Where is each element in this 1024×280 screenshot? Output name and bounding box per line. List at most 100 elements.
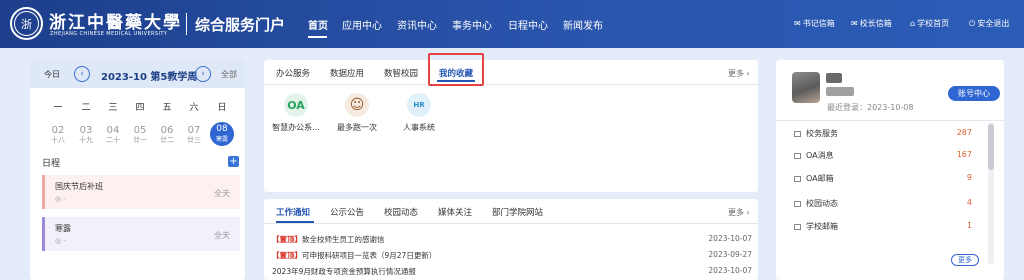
nav-active-indicator — [308, 36, 327, 38]
news-panel: 工作通知 公示公告 校园动态 媒体关注 部门学院网站 更多 › 【置顶】致全校师… — [264, 199, 758, 280]
weekday-label: 六 — [189, 103, 199, 113]
user-divider — [776, 120, 1004, 121]
pinned-tag: 【置顶】 — [272, 235, 302, 244]
logout-icon: ⏻ — [969, 18, 976, 28]
highlight-box — [428, 53, 484, 86]
avatar[interactable] — [792, 72, 820, 103]
message-icon — [794, 131, 801, 137]
person-run-icon: ☺ — [345, 93, 369, 117]
nav-home[interactable]: 首页 — [308, 17, 328, 32]
user-item-campus-news[interactable]: 校园动态 4 — [794, 198, 972, 209]
favorites-panel: 办公服务 数据应用 数智校园 我的收藏 更多 › OA 智慧办公系... ☺ 最… — [264, 60, 758, 192]
nav-app-center[interactable]: 应用中心 — [342, 17, 382, 32]
lunar-date: 十八 — [51, 136, 65, 144]
user-item-oa-mailbox[interactable]: OA邮箱 9 — [794, 173, 972, 184]
president-mailbox-link[interactable]: ✉ 校长信箱 — [851, 18, 892, 29]
nav-news-release[interactable]: 新闻发布 — [563, 17, 603, 32]
item-count: 287 — [956, 128, 972, 137]
weekday-label: 五 — [162, 103, 172, 113]
event-allday: 全天 — [214, 189, 230, 198]
calendar-day[interactable]: 02 十八 — [47, 125, 69, 145]
nav-schedule-center[interactable]: 日程中心 — [508, 17, 548, 32]
university-logo-icon[interactable]: 浙 — [10, 7, 43, 40]
message-icon — [794, 224, 801, 230]
scrollbar-thumb[interactable] — [988, 124, 994, 170]
news-item[interactable]: 【置顶】致全校师生员工的感谢信 2023-10-07 — [272, 234, 752, 245]
user-list-scrollbar[interactable] — [988, 122, 994, 264]
all-button[interactable]: 全部 — [221, 69, 237, 80]
app-label: 智慧办公系... — [272, 123, 320, 132]
next-week-button[interactable]: › — [195, 66, 211, 82]
logo-glyph: 浙 — [14, 11, 39, 36]
logout-label: 安全退出 — [977, 19, 1010, 28]
school-homepage-label: 学校首页 — [917, 19, 950, 28]
news-date: 2023-10-07 — [708, 234, 752, 243]
news-item[interactable]: 2023年9月财政专项资金预算执行情况通报 2023-10-07 — [272, 266, 752, 277]
calendar-day[interactable]: 07 廿三 — [183, 125, 205, 145]
tab-media-focus[interactable]: 媒体关注 — [438, 206, 472, 218]
nav-affairs-center[interactable]: 事务中心 — [452, 17, 492, 32]
app-run-once[interactable]: ☺ 最多跑一次 — [327, 93, 387, 133]
item-label: 学校邮箱 — [806, 222, 838, 231]
home-icon: ⌂ — [910, 19, 916, 28]
nav-info-center[interactable]: 资讯中心 — [397, 17, 437, 32]
calendar-day[interactable]: 04 二十 — [102, 125, 124, 145]
tab-office-services[interactable]: 办公服务 — [276, 67, 310, 79]
tab-announcements[interactable]: 公示公告 — [330, 206, 364, 218]
schedule-event[interactable]: 国庆节后补班 ◎ - 全天 — [42, 175, 240, 209]
weekday-label: 日 — [217, 103, 227, 113]
news-more-link[interactable]: 更多 › — [728, 207, 750, 218]
favorites-more-link[interactable]: 更多 › — [728, 68, 750, 79]
secretary-mailbox-link[interactable]: ✉ 书记信箱 — [794, 18, 835, 29]
user-item-school-mail[interactable]: 学校邮箱 1 — [794, 221, 972, 232]
app-hr-system[interactable]: HR 人事系统 — [389, 93, 449, 133]
calendar-day[interactable]: 05 廿一 — [129, 125, 151, 145]
message-icon — [794, 201, 801, 207]
message-icon — [794, 153, 801, 159]
pinned-tag: 【置顶】 — [272, 251, 302, 260]
tab-data-apps[interactable]: 数据应用 — [330, 67, 364, 79]
school-homepage-link[interactable]: ⌂ 学校首页 — [910, 18, 949, 29]
user-more-button[interactable]: 更多 — [951, 254, 979, 266]
run-once-glyph: ☺ — [349, 97, 365, 113]
portal-title: 综合服务门户 — [195, 16, 286, 34]
lunar-date: 寒露 — [215, 136, 228, 143]
weekday-label: 二 — [81, 103, 91, 113]
item-label: 校园动态 — [806, 199, 838, 208]
last-login: 最近登录：2023-10-08 — [827, 103, 914, 112]
top-navigation-bar: 浙 浙江中醫藥大學 ZHEJIANG CHINESE MEDICAL UNIVE… — [0, 0, 1024, 48]
tab-divider — [264, 223, 758, 224]
lunar-date: 廿二 — [160, 136, 174, 144]
tab-department-sites[interactable]: 部门学院网站 — [492, 206, 543, 218]
add-schedule-button[interactable]: + — [228, 156, 239, 167]
user-item-oa-messages[interactable]: OA消息 167 — [794, 150, 972, 161]
tab-smart-campus[interactable]: 数智校园 — [384, 67, 418, 79]
week-title: 2023-10 第5教学周 — [101, 72, 198, 83]
app-smart-office[interactable]: OA 智慧办公系... — [266, 93, 326, 133]
schedule-event[interactable]: 寒露 ◎ - 全天 — [42, 217, 240, 251]
calendar-day[interactable]: 06 廿二 — [156, 125, 178, 145]
school-name-english: ZHEJIANG CHINESE MEDICAL UNIVERSITY — [50, 31, 168, 37]
tab-campus-news[interactable]: 校园动态 — [384, 206, 418, 218]
logout-link[interactable]: ⏻ 安全退出 — [969, 18, 1009, 29]
day-number: 08 — [216, 124, 228, 134]
hr-glyph: HR — [413, 101, 425, 109]
app-label: 人事系统 — [403, 123, 435, 132]
day-number: 05 — [133, 125, 147, 136]
account-center-button[interactable]: 账号中心 — [948, 86, 1000, 101]
user-info-redacted — [826, 87, 854, 96]
user-item-affairs[interactable]: 校务服务 287 — [794, 128, 972, 139]
today-button[interactable]: 今日 — [44, 69, 60, 80]
item-count: 1 — [966, 221, 972, 230]
prev-week-button[interactable]: ‹ — [74, 66, 90, 82]
calendar-day[interactable]: 03 十九 — [75, 125, 97, 145]
username-redacted — [826, 73, 842, 83]
tab-work-notices[interactable]: 工作通知 — [276, 206, 310, 218]
item-count: 167 — [956, 150, 972, 159]
day-number: 07 — [187, 125, 201, 136]
news-title: 可申报科研项目一览表（9月27日更新） — [302, 251, 437, 260]
news-item[interactable]: 【置顶】可申报科研项目一览表（9月27日更新） 2023-09-27 — [272, 250, 752, 261]
news-date: 2023-09-27 — [708, 250, 752, 259]
day-number: 04 — [106, 125, 120, 136]
calendar-day-selected[interactable]: 08 寒露 — [210, 122, 234, 146]
